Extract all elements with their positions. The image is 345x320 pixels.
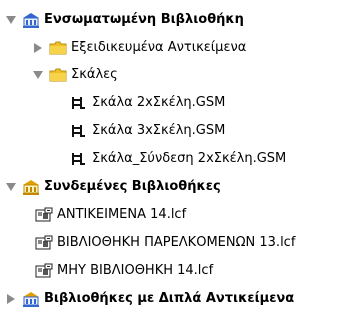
- triangle-right-icon[interactable]: [6, 294, 16, 304]
- tree-item-lcf[interactable]: ΒΙΒΛΙΟΘΗΚΗ ΠΑΡΕΛΚΟΜΕΝΩΝ 13.lcf: [35, 231, 295, 255]
- tree-item-label: Βιβλιοθήκες με Διπλά Αντικείμενα: [44, 291, 295, 306]
- triangle-down-icon[interactable]: [6, 15, 16, 25]
- tree-item-label: ΒΙΒΛΙΟΘΗΚΗ ΠΑΡΕΛΚΟΜΕΝΩΝ 13.lcf: [57, 235, 296, 250]
- tree-item-duplicate-libraries[interactable]: Βιβλιοθήκες με Διπλά Αντικείμενα: [6, 287, 294, 311]
- triangle-right-icon[interactable]: [33, 43, 43, 53]
- tree-item-label: ΜΗΥ ΒΙΒΛΙΟΘΗΚΗ 14.lcf: [57, 263, 214, 278]
- tree-item-linked-libraries[interactable]: Συνδεμένες Βιβλιοθήκες: [6, 175, 221, 199]
- tree-item-label: Συνδεμένες Βιβλιοθήκες: [44, 179, 221, 194]
- tree-item-embedded-library[interactable]: Ενσωματωμένη Βιβλιοθήκη: [6, 8, 244, 32]
- library-building-icon: [22, 291, 40, 307]
- tree-item-label: Εξειδικευμένα Αντικείμενα: [71, 40, 247, 55]
- tree-item-label: Σκάλες: [71, 67, 118, 82]
- tree-item-gsm[interactable]: Σκάλα_Σύνδεση 2xΣκέλη.GSM: [70, 147, 286, 171]
- library-building-icon: [22, 12, 40, 28]
- folder-icon: [49, 67, 67, 83]
- tree-item-special-objects[interactable]: Εξειδικευμένα Αντικείμενα: [33, 36, 246, 60]
- lcf-container-icon: [35, 235, 53, 251]
- tree-item-lcf[interactable]: ΑΝΤΙΚΕΙΜΕΝΑ 14.lcf: [35, 203, 186, 227]
- lcf-container-icon: [35, 263, 53, 279]
- tree-item-lcf[interactable]: ΜΗΥ ΒΙΒΛΙΟΘΗΚΗ 14.lcf: [35, 259, 213, 283]
- tree-item-label: ΑΝΤΙΚΕΙΜΕΝΑ 14.lcf: [57, 207, 187, 222]
- stair-object-icon: [70, 95, 88, 111]
- tree-item-label: Σκάλα 3xΣκέλη.GSM: [92, 123, 226, 138]
- library-tree: Ενσωματωμένη Βιβλιοθήκη Εξειδικευμένα Αν…: [0, 0, 345, 320]
- tree-item-label: Σκάλα 2xΣκέλη.GSM: [92, 95, 226, 110]
- tree-item-stairs[interactable]: Σκάλες: [33, 63, 118, 87]
- lcf-container-icon: [35, 207, 53, 223]
- stair-object-icon: [70, 151, 88, 167]
- tree-item-label: Σκάλα_Σύνδεση 2xΣκέλη.GSM: [92, 151, 287, 166]
- triangle-down-icon[interactable]: [33, 70, 43, 80]
- library-building-icon: [22, 179, 40, 195]
- tree-item-gsm[interactable]: Σκάλα 2xΣκέλη.GSM: [70, 91, 225, 115]
- triangle-down-icon[interactable]: [6, 182, 16, 192]
- tree-item-gsm[interactable]: Σκάλα 3xΣκέλη.GSM: [70, 119, 225, 143]
- stair-object-icon: [70, 123, 88, 139]
- folder-icon: [49, 40, 67, 56]
- tree-item-label: Ενσωματωμένη Βιβλιοθήκη: [44, 12, 244, 27]
